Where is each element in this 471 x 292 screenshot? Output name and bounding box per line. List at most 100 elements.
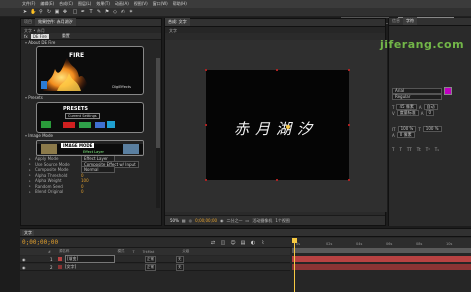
brush-tool-icon[interactable]: ✎ xyxy=(96,9,102,15)
camera-tool-icon[interactable]: ▣ xyxy=(54,9,60,15)
menu-composition[interactable]: 合成(C) xyxy=(59,1,73,7)
menu-layer[interactable]: 图层(L) xyxy=(78,1,91,7)
selection-tool-icon[interactable]: ➤ xyxy=(22,9,28,15)
draft-3d-icon[interactable]: ◫ xyxy=(220,240,226,246)
tab-info[interactable]: 信息 xyxy=(389,17,403,25)
bbox-handle-mr[interactable] xyxy=(348,124,350,126)
motion-blur-icon[interactable]: ◐ xyxy=(250,240,256,246)
menu-file[interactable]: 文件(F) xyxy=(22,1,35,7)
visibility-eye-icon[interactable]: ◉ xyxy=(22,257,28,262)
region-icon[interactable]: ▭ xyxy=(246,218,250,223)
tab-timeline-comp[interactable]: 文字 xyxy=(22,229,34,236)
all-caps-button[interactable]: TT xyxy=(407,147,412,152)
current-time-indicator[interactable] xyxy=(292,238,297,292)
layer-parent-select[interactable]: 无 xyxy=(176,263,184,271)
tab-composition[interactable]: 合成: 文字 xyxy=(165,18,190,26)
current-time[interactable]: 0;00;00;00 xyxy=(195,218,217,223)
view-layout-select[interactable]: 1个视图 xyxy=(275,218,290,224)
small-caps-button[interactable]: Tt xyxy=(417,147,421,152)
magnification-select[interactable]: 50% xyxy=(170,218,179,223)
bbox-handle-tc[interactable] xyxy=(276,69,278,71)
effect-controls-scrollbar[interactable] xyxy=(156,58,160,208)
layer-name[interactable]: [渐变] xyxy=(65,255,115,263)
visibility-eye-icon[interactable]: ◉ xyxy=(22,265,28,270)
bbox-handle-br[interactable] xyxy=(348,179,350,181)
baseline-shift-value[interactable]: 0 像素 xyxy=(396,132,415,138)
layer-name[interactable]: [文字] xyxy=(65,264,115,270)
bbox-handle-ml[interactable] xyxy=(205,124,207,126)
fill-color-swatch[interactable] xyxy=(444,87,452,95)
layer-mode-select[interactable]: 正常 xyxy=(145,255,156,263)
shy-icon[interactable]: ☺ xyxy=(230,240,236,246)
superscript-button[interactable]: T¹ xyxy=(426,147,430,152)
layer-row[interactable]: ◉ 1 [渐变] 正常 无 xyxy=(20,255,290,263)
graph-editor-icon[interactable]: ⌇ xyxy=(260,240,266,246)
menu-view[interactable]: 视图(V) xyxy=(134,1,148,7)
snapshot-icon[interactable]: ◎ xyxy=(189,218,193,223)
layer-parent-select[interactable]: 无 xyxy=(176,255,184,263)
comp-mini-flowchart-icon[interactable]: ⇄ xyxy=(210,240,216,246)
tab-project[interactable]: 项目 xyxy=(21,18,35,26)
faux-italic-button[interactable]: T xyxy=(399,147,401,152)
kerning-value[interactable]: 度量标准 xyxy=(396,110,419,116)
font-style-select[interactable]: Regular xyxy=(392,94,442,100)
tab-character[interactable]: 字符 xyxy=(403,17,417,25)
bbox-handle-tr[interactable] xyxy=(348,69,350,71)
presets-section[interactable]: Presets xyxy=(21,95,161,101)
menu-effect[interactable]: 效果(T) xyxy=(96,1,110,7)
layer-mode-select[interactable]: 正常 xyxy=(145,263,156,271)
tab-effect-controls[interactable]: 效果控件: 赤月湖汐 xyxy=(35,18,76,26)
layer-label-color[interactable] xyxy=(58,265,62,269)
alpha-threshold-value[interactable]: 0 xyxy=(81,173,84,178)
composite-mode-select[interactable]: Normal xyxy=(81,166,115,174)
rotate-tool-icon[interactable]: ↻ xyxy=(46,9,52,15)
layer-label-color[interactable] xyxy=(58,257,62,261)
pan-behind-tool-icon[interactable]: ✥ xyxy=(62,9,68,15)
reset-link[interactable]: 重置 xyxy=(62,33,70,39)
stamp-tool-icon[interactable]: ⚑ xyxy=(104,9,110,15)
scroll-thumb[interactable] xyxy=(156,58,160,148)
layer-row[interactable]: ◉ 2 [文字] 正常 无 xyxy=(20,263,290,271)
timeline-timecode[interactable]: 0;00;00;00 xyxy=(22,239,58,246)
resolution-select[interactable]: 二分之一 xyxy=(227,218,243,224)
menu-help[interactable]: 帮助(H) xyxy=(173,1,187,7)
fx-icon[interactable]: fx xyxy=(24,34,28,39)
composition-viewer[interactable]: 赤月湖汐 xyxy=(165,40,387,212)
blend-original-value[interactable]: 0 xyxy=(81,189,84,194)
time-ruler[interactable]: 0s 02s 04s 06s 08s 10s xyxy=(292,238,471,248)
subscript-button[interactable]: T₁ xyxy=(435,147,439,152)
eraser-tool-icon[interactable]: ◇ xyxy=(112,9,118,15)
bbox-handle-bc[interactable] xyxy=(276,179,278,181)
text-tool-icon[interactable]: T xyxy=(88,9,94,15)
hand-tool-icon[interactable]: ✋ xyxy=(30,9,36,15)
mask-tool-icon[interactable]: □ xyxy=(72,9,78,15)
image-mode-section[interactable]: Image Mode xyxy=(21,133,161,139)
tracking-value[interactable]: 0 xyxy=(425,110,435,116)
faux-bold-button[interactable]: T xyxy=(392,147,394,152)
camera-select[interactable]: 活动摄像机 xyxy=(252,218,272,224)
frame-blending-icon[interactable]: ▤ xyxy=(240,240,246,246)
menu-animation[interactable]: 动画(A) xyxy=(115,1,129,7)
anchor-point-dot[interactable] xyxy=(286,125,290,129)
composition-subtab[interactable]: 文字 xyxy=(165,27,385,33)
roto-tool-icon[interactable]: ✍ xyxy=(120,9,126,15)
horizontal-scale-value[interactable]: 100 % xyxy=(422,126,442,132)
layer-1-duration-bar[interactable] xyxy=(292,256,471,262)
pen-tool-icon[interactable]: ✒ xyxy=(80,9,86,15)
zoom-tool-icon[interactable]: ⚲ xyxy=(38,9,44,15)
presets-logo-card[interactable]: PRESETS Current Settings xyxy=(36,102,144,133)
grid-icon[interactable]: ▦ xyxy=(182,218,186,223)
alpha-weight-value[interactable]: 100 xyxy=(81,178,89,183)
menu-window[interactable]: 窗口(W) xyxy=(153,1,168,7)
puppet-tool-icon[interactable]: ✶ xyxy=(128,9,134,15)
menu-edit[interactable]: 编辑(E) xyxy=(40,1,54,7)
image-mode-logo-card[interactable]: IMAGE MODE Effect Layer xyxy=(36,140,144,156)
prop-blend-original[interactable]: Blend Original 0 xyxy=(21,189,161,195)
bbox-handle-tl[interactable] xyxy=(205,69,207,71)
camera-icon[interactable]: ◉ xyxy=(220,218,224,223)
composition-canvas[interactable]: 赤月湖汐 xyxy=(205,69,350,181)
work-area-bar[interactable] xyxy=(292,248,471,253)
layer-2-duration-bar[interactable] xyxy=(292,264,471,270)
effect-name[interactable]: DE Fire xyxy=(30,33,49,39)
random-seed-value[interactable]: 0 xyxy=(81,184,84,189)
